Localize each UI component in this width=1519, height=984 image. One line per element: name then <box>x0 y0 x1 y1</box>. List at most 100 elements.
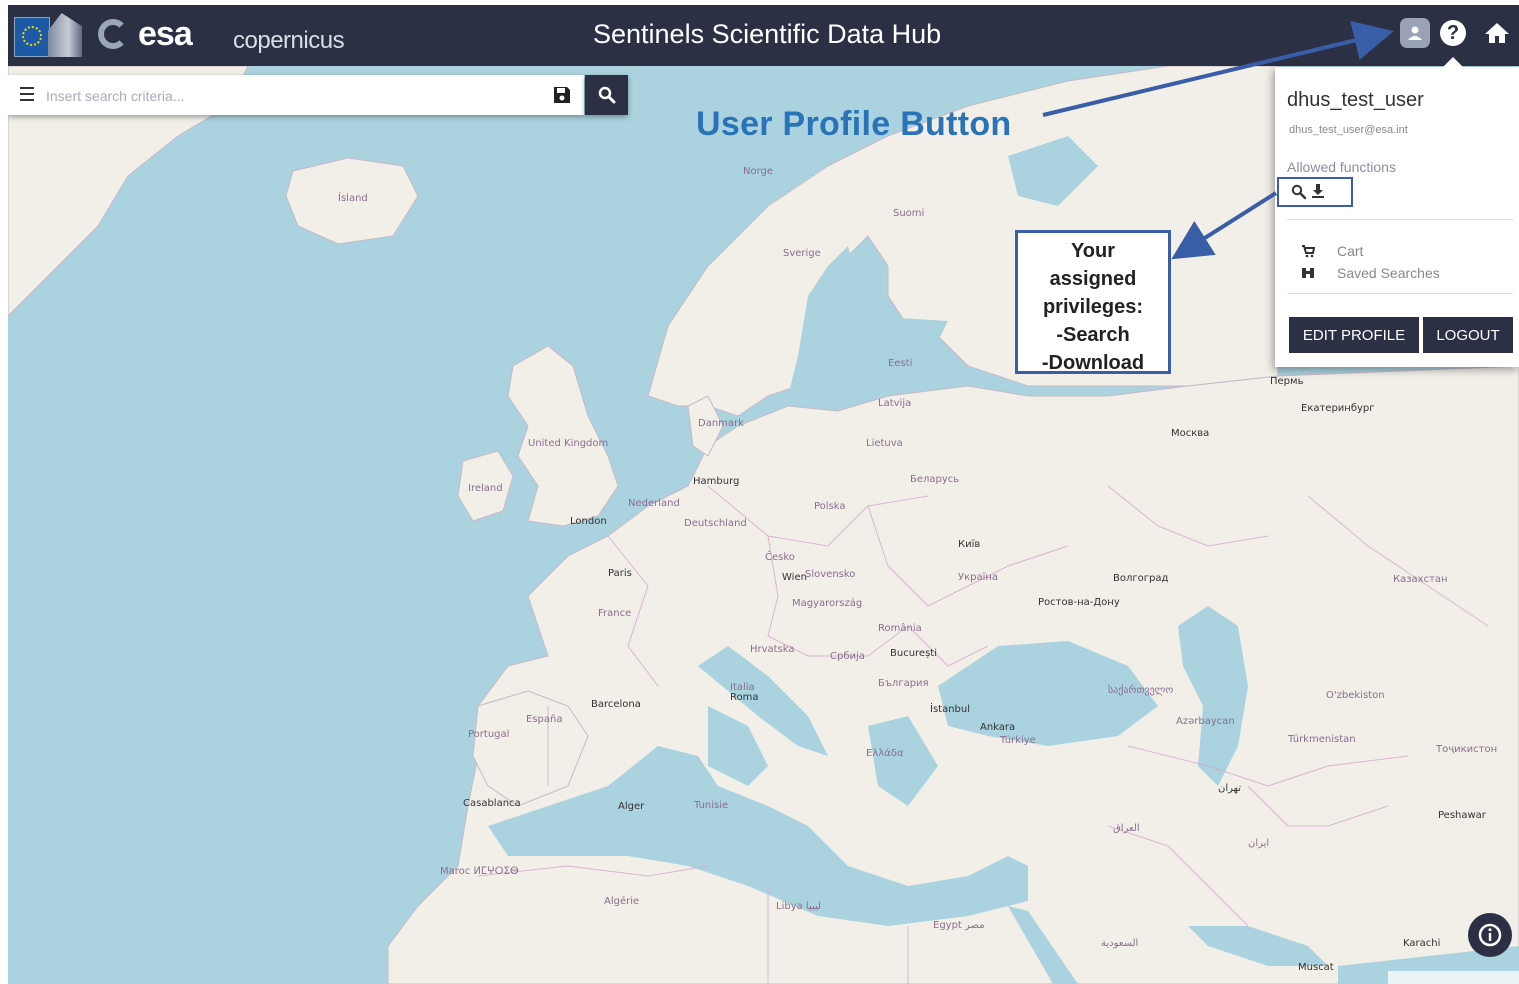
map-label: Peshawar <box>1438 810 1487 821</box>
map-label: Ελλάδα <box>866 747 904 759</box>
map-label: Casablanca <box>463 798 521 809</box>
map-label: تهران <box>1218 783 1241 794</box>
map-label: Česko <box>765 550 795 563</box>
hamburger-menu-icon[interactable] <box>20 87 34 103</box>
map-label: Egypt مصر <box>933 920 985 931</box>
search-button[interactable] <box>585 75 628 115</box>
map-label: Hamburg <box>693 476 739 487</box>
map-label: Magyarország <box>792 597 862 609</box>
map-label: Ankara <box>980 722 1015 733</box>
map-label: Волгоград <box>1113 573 1168 584</box>
map-label: Algérie <box>604 895 639 907</box>
map-label: Paris <box>608 568 632 579</box>
map-label: Lietuva <box>866 438 903 449</box>
map-label: Latvija <box>878 398 911 409</box>
edit-profile-button[interactable]: EDIT PROFILE <box>1289 317 1419 353</box>
privileges-line: assigned <box>1049 268 1137 290</box>
map-label: България <box>878 678 929 689</box>
cart-label: Cart <box>1337 243 1364 259</box>
map-label: London <box>570 516 607 527</box>
map-label: România <box>878 622 922 634</box>
saved-searches-label: Saved Searches <box>1337 265 1440 281</box>
map-label: Libya ليبيا <box>776 901 821 912</box>
map-label: O'zbekiston <box>1326 690 1385 701</box>
map-label: Казахстан <box>1393 574 1448 585</box>
cart-icon <box>1302 245 1315 258</box>
map-label: Пермь <box>1270 376 1304 387</box>
map-label: Roma <box>730 692 759 703</box>
info-button[interactable] <box>1468 913 1512 957</box>
map-label: Portugal <box>468 729 509 740</box>
map-label: Ireland <box>468 483 503 494</box>
map-label: Tunisie <box>693 800 728 811</box>
search-input[interactable] <box>44 83 508 109</box>
user-email: dhus_test_user@esa.int <box>1289 124 1408 136</box>
map-label: Azərbaycan <box>1176 716 1235 727</box>
help-icon: ? <box>1440 20 1466 46</box>
download-icon <box>1312 184 1324 198</box>
map-label: Hrvatska <box>750 644 795 655</box>
user-profile-annotation: User Profile Button <box>696 105 1012 143</box>
map-label: Türkiye <box>999 735 1036 746</box>
map-label: Muscat <box>1298 962 1334 973</box>
map-label: Ростов-на-Дону <box>1038 597 1120 608</box>
map-label: Slovensko <box>805 569 855 580</box>
app-header: esa copernicus Sentinels Scientific Data… <box>8 5 1519 66</box>
cart-menu-item[interactable]: Cart <box>1301 243 1363 259</box>
map-label: Türkmenistan <box>1287 734 1356 745</box>
user-profile-button[interactable] <box>1400 18 1430 48</box>
privileges-annotation-box: Your assigned privileges: -Search -Downl… <box>1015 230 1171 374</box>
map-label: Norge <box>743 166 773 177</box>
map-label: București <box>890 648 937 659</box>
map-label: Київ <box>958 539 980 550</box>
home-button[interactable] <box>1482 18 1512 48</box>
map-label: Sverige <box>783 248 821 259</box>
map-label: Karachi <box>1403 938 1440 949</box>
map-label: العراق <box>1113 823 1140 834</box>
map-label: Беларусь <box>910 474 959 485</box>
username-label: dhus_test_user <box>1287 89 1424 111</box>
dropdown-divider <box>1287 293 1513 294</box>
map-label: საქართველო <box>1108 684 1173 696</box>
map-label: İstanbul <box>930 702 970 715</box>
help-button[interactable]: ? <box>1438 18 1468 48</box>
map-label: Suomi <box>893 208 924 219</box>
saved-searches-menu-item[interactable]: Saved Searches <box>1301 265 1440 281</box>
map-label: France <box>598 608 631 619</box>
map-label: Barcelona <box>591 699 641 710</box>
map-label: United Kingdom <box>528 438 608 449</box>
search-icon <box>1291 184 1307 200</box>
map-label: Eesti <box>888 358 912 369</box>
map-label: España <box>526 714 562 725</box>
user-icon <box>1408 26 1422 40</box>
map-label: Deutschland <box>684 518 747 529</box>
privileges-line: -Search <box>1056 324 1130 346</box>
map-label: Polska <box>814 501 846 512</box>
binoculars-icon <box>1302 268 1314 278</box>
map-attribution <box>1388 971 1519 984</box>
dropdown-caret <box>1443 57 1463 67</box>
privileges-line: Your <box>1070 240 1116 262</box>
map-label: Maroc ⵍⵎⵖⵔⵉⴱ <box>440 866 519 877</box>
allowed-functions-box <box>1277 177 1353 207</box>
info-icon <box>1478 923 1502 947</box>
search-field <box>8 75 584 115</box>
building-logo <box>48 13 82 57</box>
map-label: Україна <box>958 572 998 583</box>
floppy-save-icon[interactable] <box>552 85 572 105</box>
copernicus-logo: copernicus <box>233 27 345 54</box>
app-title: Sentinels Scientific Data Hub <box>593 19 942 49</box>
magnifier-icon <box>598 86 615 104</box>
privileges-line: privileges: <box>1042 296 1144 318</box>
search-bar <box>8 75 628 115</box>
map-label: السعودية <box>1101 938 1138 949</box>
logout-button[interactable]: LOGOUT <box>1423 317 1513 353</box>
map-label: Србија <box>830 650 865 662</box>
map-label: Nederland <box>628 498 680 509</box>
home-icon <box>1485 23 1509 43</box>
esa-logo: esa <box>138 15 193 53</box>
map-label: Ísland <box>338 191 368 204</box>
privileges-line: -Download <box>1041 352 1145 374</box>
map-label: Alger <box>618 801 645 812</box>
map-label: Тоҷикистон <box>1435 744 1497 755</box>
